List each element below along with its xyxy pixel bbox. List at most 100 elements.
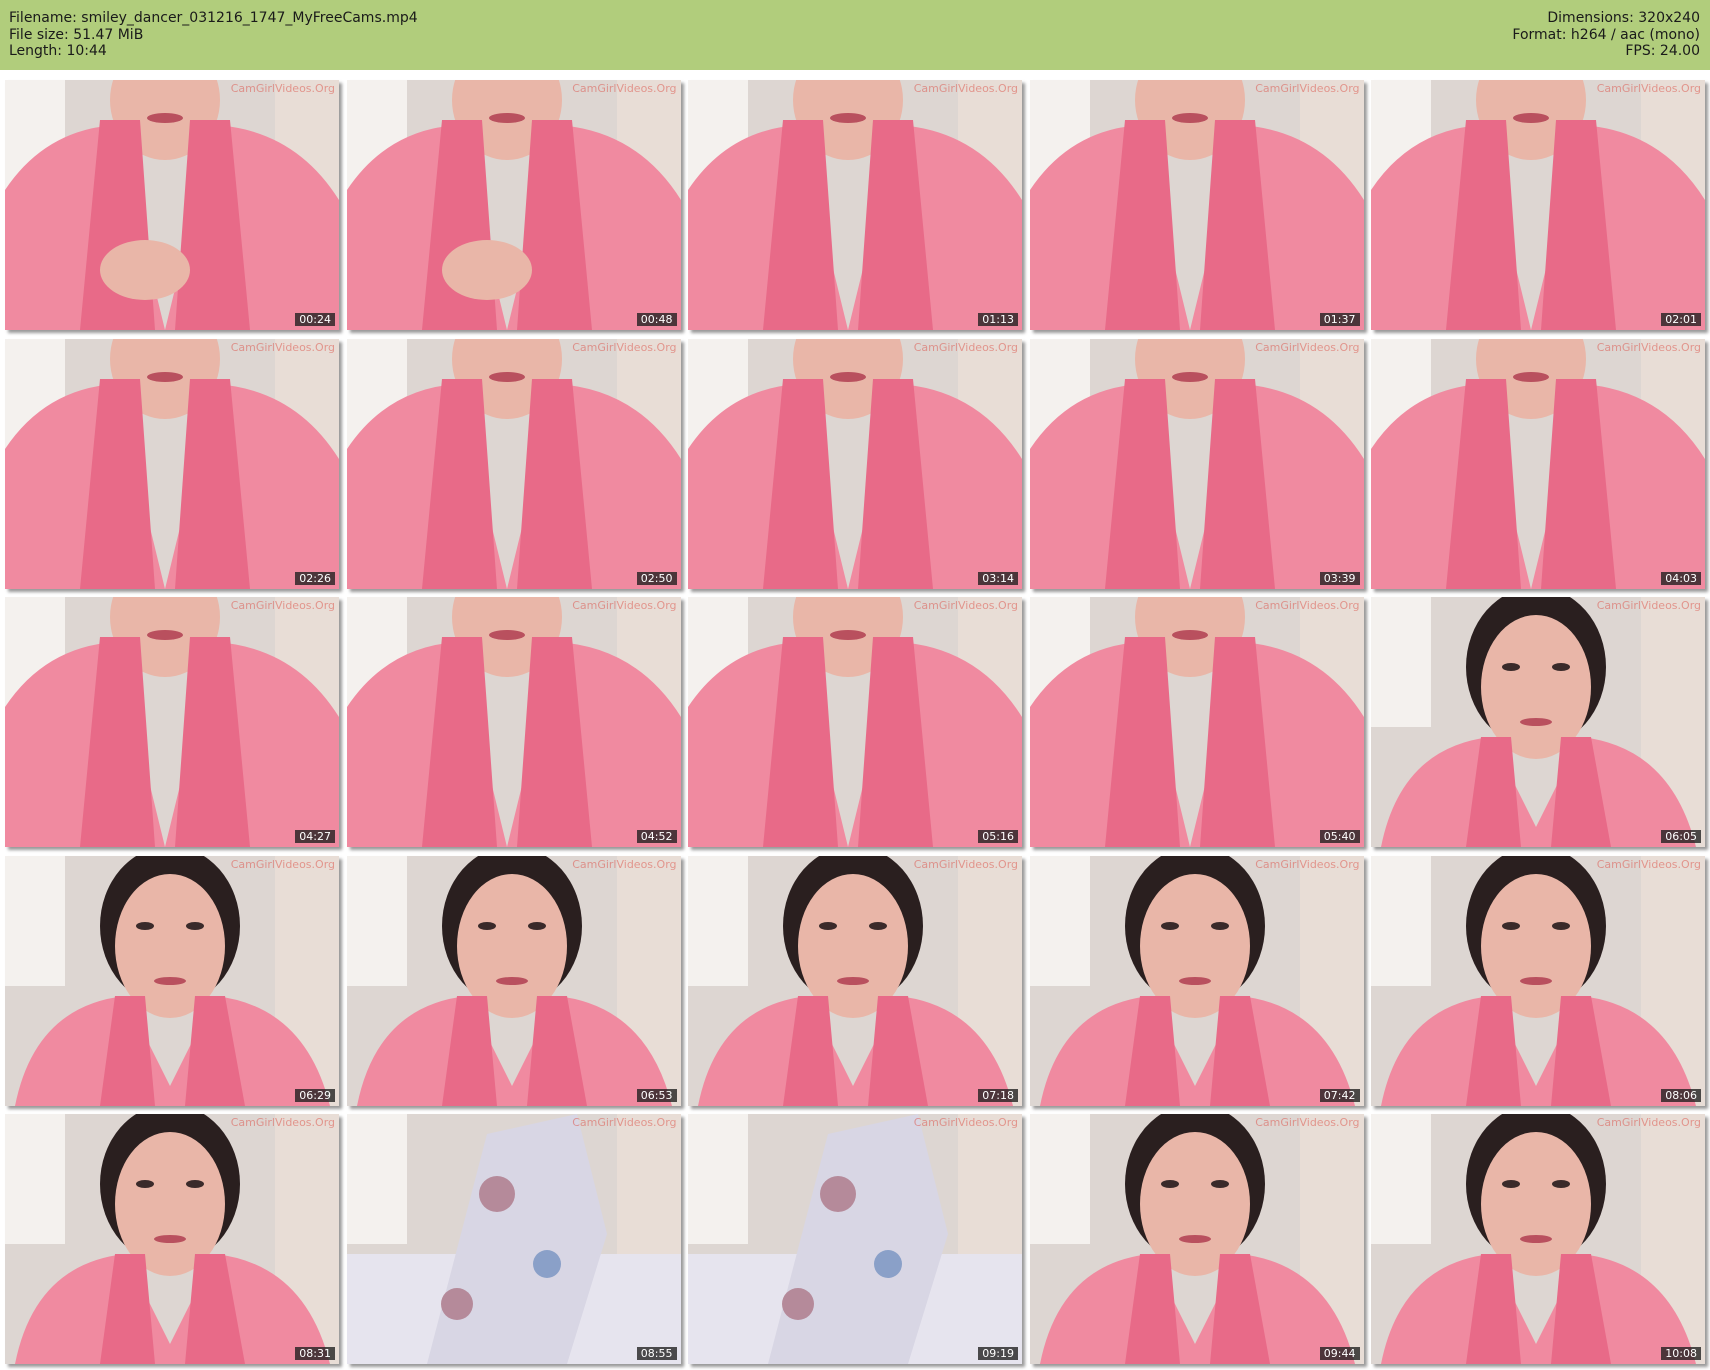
- timestamp-label: 08:06: [1661, 1088, 1701, 1102]
- thumbnail[interactable]: CamGirlVideos.Org 06:05: [1371, 597, 1705, 848]
- thumbnail[interactable]: CamGirlVideos.Org 09:44: [1029, 1114, 1364, 1365]
- watermark: CamGirlVideos.Org: [230, 82, 335, 95]
- watermark: CamGirlVideos.Org: [1255, 340, 1360, 354]
- video-frame-image: [1029, 80, 1364, 330]
- thumbnail[interactable]: CamGirlVideos.Org 02:50: [346, 338, 681, 589]
- video-frame-image: [1371, 855, 1705, 1106]
- thumbnail[interactable]: CamGirlVideos.Org 07:42: [1029, 855, 1364, 1106]
- timestamp-label: 01:37: [1319, 313, 1360, 326]
- watermark: CamGirlVideos.Org: [1596, 340, 1701, 354]
- thumbnail[interactable]: CamGirlVideos.Org 09:19: [688, 1114, 1022, 1365]
- filename-text: Filename: smiley_dancer_031216_1747_MyFr…: [9, 10, 418, 26]
- thumbnail[interactable]: CamGirlVideos.Org 08:55: [346, 1114, 681, 1365]
- thumbnail[interactable]: CamGirlVideos.Org 05:40: [1029, 597, 1364, 848]
- watermark: CamGirlVideos.Org: [572, 599, 677, 613]
- timestamp-label: 03:14: [978, 571, 1018, 585]
- video-frame-image: [1371, 597, 1705, 848]
- timestamp-label: 03:39: [1319, 571, 1360, 585]
- watermark: CamGirlVideos.Org: [1255, 1116, 1360, 1130]
- video-frame-image: [1029, 597, 1364, 848]
- info-header: Filename: smiley_dancer_031216_1747_MyFr…: [0, 0, 1710, 70]
- thumbnail[interactable]: CamGirlVideos.Org 00:48: [346, 80, 681, 330]
- watermark: CamGirlVideos.Org: [572, 340, 677, 354]
- timestamp-label: 01:13: [978, 313, 1018, 326]
- watermark: CamGirlVideos.Org: [913, 340, 1018, 354]
- video-frame-image: [688, 338, 1022, 589]
- format-text: Format: h264 / aac (mono): [1512, 26, 1700, 43]
- video-frame-image: [346, 597, 681, 848]
- timestamp-label: 08:31: [295, 1347, 335, 1361]
- timestamp-label: 04:03: [1661, 571, 1701, 585]
- thumbnail[interactable]: CamGirlVideos.Org 04:03: [1371, 338, 1705, 589]
- thumbnail[interactable]: CamGirlVideos.Org 08:31: [5, 1114, 339, 1365]
- watermark: CamGirlVideos.Org: [1255, 82, 1360, 95]
- timestamp-label: 06:05: [1661, 830, 1701, 844]
- watermark: CamGirlVideos.Org: [1255, 599, 1360, 613]
- video-frame-image: [688, 597, 1022, 848]
- timestamp-label: 06:53: [636, 1088, 677, 1102]
- video-frame-image: [346, 338, 681, 589]
- watermark: CamGirlVideos.Org: [230, 599, 335, 613]
- video-frame-image: [5, 1114, 339, 1365]
- timestamp-label: 02:50: [636, 571, 677, 585]
- watermark: CamGirlVideos.Org: [913, 82, 1018, 95]
- timestamp-label: 09:19: [978, 1347, 1018, 1361]
- thumbnail[interactable]: CamGirlVideos.Org 04:52: [346, 597, 681, 848]
- file-size-text: File size: 51.47 MiB: [9, 26, 144, 43]
- timestamp-label: 02:26: [295, 571, 335, 585]
- length-text: Length: 10:44: [9, 43, 107, 59]
- video-frame-image: [346, 80, 681, 330]
- thumbnail[interactable]: CamGirlVideos.Org 10:08: [1371, 1114, 1705, 1365]
- video-frame-image: [1371, 338, 1705, 589]
- header-left: Filename: smiley_dancer_031216_1747_MyFr…: [9, 10, 418, 60]
- watermark: CamGirlVideos.Org: [572, 1116, 677, 1130]
- watermark: CamGirlVideos.Org: [230, 857, 335, 871]
- video-frame-image: [688, 1114, 1022, 1365]
- thumbnail[interactable]: CamGirlVideos.Org 03:39: [1029, 338, 1364, 589]
- thumbnail[interactable]: CamGirlVideos.Org 04:27: [5, 597, 339, 848]
- watermark: CamGirlVideos.Org: [1596, 82, 1701, 95]
- thumbnail[interactable]: CamGirlVideos.Org 08:06: [1371, 855, 1705, 1106]
- watermark: CamGirlVideos.Org: [1596, 599, 1701, 613]
- watermark: CamGirlVideos.Org: [230, 340, 335, 354]
- thumbnail[interactable]: CamGirlVideos.Org 00:24: [5, 80, 339, 330]
- timestamp-label: 00:48: [636, 313, 677, 326]
- video-frame-image: [1029, 338, 1364, 589]
- timestamp-label: 05:40: [1319, 830, 1360, 844]
- thumbnail[interactable]: CamGirlVideos.Org 05:16: [688, 597, 1022, 848]
- video-frame-image: [5, 338, 339, 589]
- thumbnail[interactable]: CamGirlVideos.Org 07:18: [688, 855, 1022, 1106]
- thumbnail[interactable]: CamGirlVideos.Org 02:26: [5, 338, 339, 589]
- thumbnail[interactable]: CamGirlVideos.Org 03:14: [688, 338, 1022, 589]
- watermark: CamGirlVideos.Org: [913, 1116, 1018, 1130]
- timestamp-label: 07:42: [1319, 1088, 1360, 1102]
- timestamp-label: 05:16: [978, 830, 1018, 844]
- video-frame-image: [5, 597, 339, 848]
- watermark: CamGirlVideos.Org: [230, 1116, 335, 1130]
- watermark: CamGirlVideos.Org: [572, 82, 677, 95]
- timestamp-label: 02:01: [1661, 313, 1701, 326]
- video-frame-image: [1029, 1114, 1364, 1365]
- watermark: CamGirlVideos.Org: [1255, 857, 1360, 871]
- thumbnail[interactable]: CamGirlVideos.Org 06:29: [5, 855, 339, 1106]
- timestamp-label: 00:24: [295, 313, 335, 326]
- thumbnail[interactable]: CamGirlVideos.Org 02:01: [1371, 80, 1705, 330]
- header-right: Dimensions: 320x240 Format: h264 / aac (…: [1512, 10, 1700, 60]
- video-frame-image: [1371, 1114, 1705, 1365]
- video-frame-image: [1371, 80, 1705, 330]
- thumbnail[interactable]: CamGirlVideos.Org 06:53: [346, 855, 681, 1106]
- watermark: CamGirlVideos.Org: [1596, 1116, 1701, 1130]
- video-frame-image: [688, 80, 1022, 330]
- thumbnail[interactable]: CamGirlVideos.Org 01:13: [688, 80, 1022, 330]
- timestamp-label: 08:55: [636, 1347, 677, 1361]
- video-frame-image: [688, 855, 1022, 1106]
- timestamp-label: 06:29: [295, 1088, 335, 1102]
- video-frame-image: [1029, 855, 1364, 1106]
- watermark: CamGirlVideos.Org: [572, 857, 677, 871]
- watermark: CamGirlVideos.Org: [913, 857, 1018, 871]
- video-frame-image: [5, 80, 339, 330]
- timestamp-label: 10:08: [1661, 1347, 1701, 1361]
- watermark: CamGirlVideos.Org: [1596, 857, 1701, 871]
- video-frame-image: [346, 1114, 681, 1365]
- thumbnail[interactable]: CamGirlVideos.Org 01:37: [1029, 80, 1364, 330]
